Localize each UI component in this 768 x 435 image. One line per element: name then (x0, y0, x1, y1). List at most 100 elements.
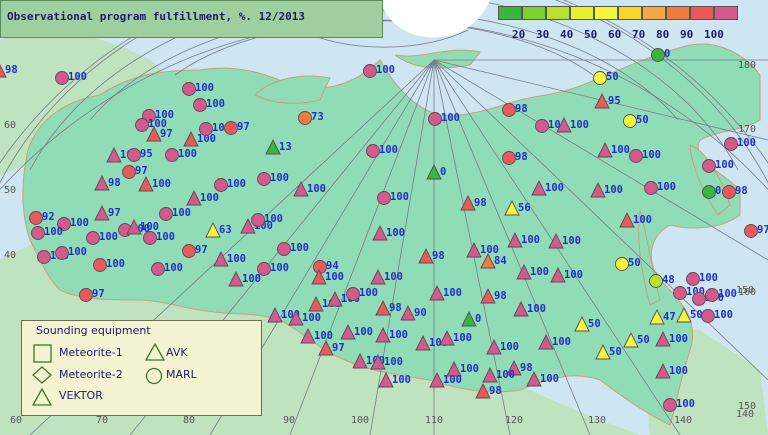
station-value: 100 (389, 329, 408, 341)
station-marker: 100 (165, 148, 197, 162)
station-value: 98 (108, 177, 121, 189)
station-marker: 98 (502, 151, 528, 165)
station-marker: 100 (159, 207, 191, 221)
station-marker: 100 (724, 137, 756, 151)
station-circle (182, 82, 196, 96)
station-circle (377, 191, 391, 205)
station-value: 98 (5, 64, 18, 76)
station-marker: 100 (55, 71, 87, 85)
station-circle (663, 398, 677, 412)
station-value: 100 (496, 369, 515, 381)
station-circle (593, 71, 607, 85)
station-circle (165, 148, 179, 162)
station-marker: 100 (86, 231, 118, 245)
station-value: 100 (242, 273, 261, 285)
station-marker: 100 (31, 226, 63, 240)
scale-color-cell (666, 6, 690, 20)
station-circle (615, 257, 629, 271)
scale-tick-label: 100 (704, 28, 724, 41)
station-marker: 100 (363, 64, 395, 78)
station-value: 0 (440, 166, 446, 178)
station-value: 100 (314, 330, 333, 342)
station-value: 100 (106, 258, 125, 270)
station-marker: 100 (346, 287, 378, 301)
station-value: 100 (164, 262, 183, 274)
station-circle (502, 151, 516, 165)
station-value: 100 (443, 374, 462, 386)
station-value: 50 (637, 334, 650, 346)
station-value: 98 (494, 290, 507, 302)
station-value: 100 (386, 227, 405, 239)
station-value: 100 (443, 287, 462, 299)
station-value: 100 (172, 207, 191, 219)
station-value: 13 (279, 141, 292, 153)
station-circle (159, 207, 173, 221)
station-value: 56 (518, 202, 531, 214)
station-circle (298, 111, 312, 125)
station-value: 100 (376, 64, 395, 76)
station-circle (702, 185, 716, 199)
station-value: 100 (669, 365, 688, 377)
station-value: 63 (219, 224, 232, 236)
station-value: 100 (354, 326, 373, 338)
legend-item-label: Meteorite-1 (59, 346, 123, 359)
scale-color-cell (642, 6, 666, 20)
map-stage: 60 70 80 90 100 110 120 130 140 150 160 170 180 60 50 4… (0, 0, 768, 435)
diamond-symbol (32, 366, 52, 384)
station-value: 97 (332, 342, 345, 354)
station-circle (37, 250, 51, 264)
station-marker: 97 (182, 244, 208, 258)
station-value: 100 (152, 178, 171, 190)
station-marker: 100 (151, 262, 183, 276)
station-value: 100 (307, 183, 326, 195)
scale-color-cell (594, 6, 618, 20)
station-circle (705, 288, 719, 302)
station-circle (346, 287, 360, 301)
station-value: 100 (604, 184, 623, 196)
station-value: 97 (757, 224, 768, 236)
station-value: 100 (564, 269, 583, 281)
scale-color-cell (690, 6, 714, 20)
scale-tick-label: 90 (680, 28, 694, 41)
station-value: 100 (718, 288, 737, 300)
station-value: 100 (633, 214, 652, 226)
legend-panel: Sounding equipment Meteorite-1 AVK Meteo… (21, 320, 262, 416)
station-circle (122, 165, 136, 179)
station-value: 100 (359, 287, 378, 299)
station-value: 97 (237, 121, 250, 133)
station-value: 50 (606, 71, 619, 83)
station-circle (724, 137, 738, 151)
legend-item-label: VEKTOR (59, 389, 103, 402)
station-value: 100 (70, 217, 89, 229)
station-value: 100 (178, 148, 197, 160)
station-value: 100 (68, 246, 87, 258)
station-value: 100 (500, 341, 519, 353)
station-circle (151, 262, 165, 276)
station-circle (79, 288, 93, 302)
station-marker: 97 (744, 224, 768, 238)
legend-item-label: AVK (166, 346, 188, 359)
scale-color-cell (714, 6, 738, 20)
station-value: 73 (311, 111, 324, 123)
station-value: 100 (521, 234, 540, 246)
station-marker: 100 (182, 82, 214, 96)
circle-symbol (145, 367, 163, 385)
station-value: 98 (432, 250, 445, 262)
station-marker: 0 (651, 48, 670, 62)
station-circle (502, 103, 516, 117)
station-marker: 97 (122, 165, 148, 179)
station-value: 95 (140, 148, 153, 160)
station-circle (214, 178, 228, 192)
station-circle (673, 286, 687, 300)
station-value: 100 (527, 303, 546, 315)
station-circle (722, 185, 736, 199)
scale-tick-label: 60 (608, 28, 622, 41)
title-panel: Observational program fulfillment, %. 12… (0, 0, 383, 38)
color-scale: 20 30 40 50 60 70 80 90 100 (498, 6, 738, 41)
station-marker: 97 (224, 121, 250, 135)
station-circle (29, 211, 43, 225)
grid-label: 140 (736, 409, 754, 420)
station-marker: 100 (663, 398, 695, 412)
station-circle (31, 226, 45, 240)
station-value: 100 (195, 82, 214, 94)
